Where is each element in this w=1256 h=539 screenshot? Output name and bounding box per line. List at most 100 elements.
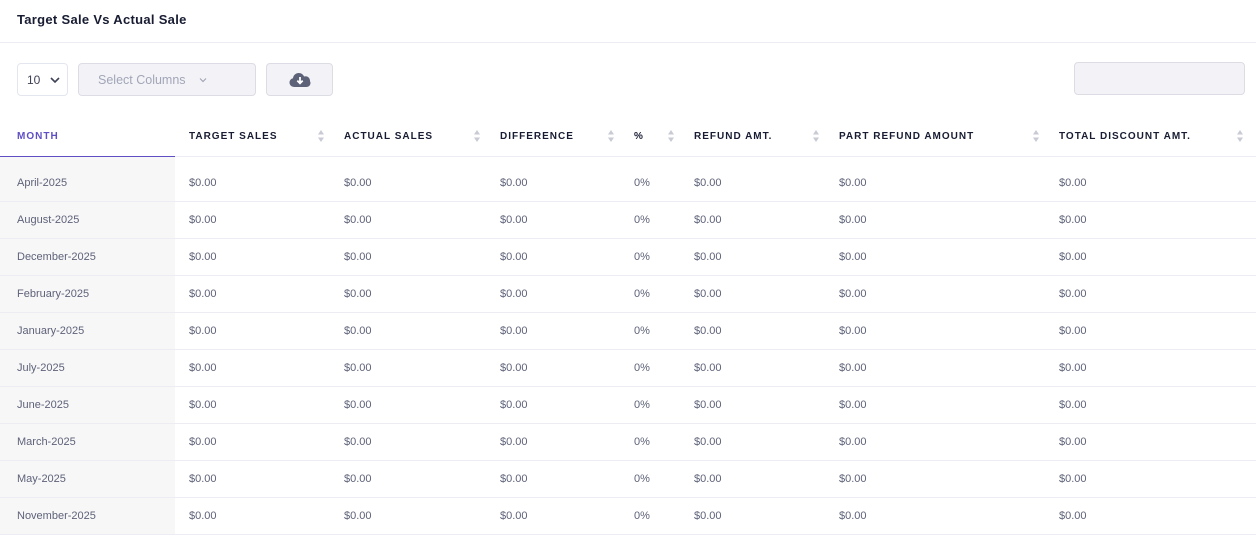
cell-month: January-2025	[0, 312, 175, 350]
cell-difference: $0.00	[486, 156, 620, 202]
cell-refund-amt: $0.00	[680, 386, 825, 424]
column-header-refund-amt[interactable]: REFUND AMT.	[680, 115, 825, 157]
table-row: April-2025 $0.00 $0.00 $0.00 0% $0.00 $0…	[0, 156, 1256, 202]
page-length-select[interactable]: 10	[17, 63, 68, 96]
cell-total-discount-amt: $0.00	[1045, 238, 1256, 276]
cell-part-refund-amount: $0.00	[825, 156, 1045, 202]
cell-month: December-2025	[0, 238, 175, 276]
column-header-percent[interactable]: %	[620, 115, 680, 157]
table-row: March-2025 $0.00 $0.00 $0.00 0% $0.00 $0…	[0, 423, 1256, 461]
cell-actual-sales: $0.00	[330, 497, 486, 535]
cell-actual-sales: $0.00	[330, 238, 486, 276]
cell-total-discount-amt: $0.00	[1045, 497, 1256, 535]
cell-total-discount-amt: $0.00	[1045, 386, 1256, 424]
cell-actual-sales: $0.00	[330, 156, 486, 202]
cell-month: November-2025	[0, 497, 175, 535]
cell-percent: 0%	[620, 497, 680, 535]
cell-percent: 0%	[620, 275, 680, 313]
sort-icon	[608, 130, 614, 142]
cell-refund-amt: $0.00	[680, 275, 825, 313]
cell-refund-amt: $0.00	[680, 201, 825, 239]
cell-month: February-2025	[0, 275, 175, 313]
sort-icon	[1237, 130, 1243, 142]
table-row: July-2025 $0.00 $0.00 $0.00 0% $0.00 $0.…	[0, 349, 1256, 387]
cell-month: April-2025	[0, 156, 175, 202]
table-row: January-2025 $0.00 $0.00 $0.00 0% $0.00 …	[0, 312, 1256, 350]
sort-icon	[474, 130, 480, 142]
cell-percent: 0%	[620, 201, 680, 239]
cell-target-sales: $0.00	[175, 497, 330, 535]
select-columns-placeholder: Select Columns	[98, 72, 186, 87]
cell-month: March-2025	[0, 423, 175, 461]
cell-difference: $0.00	[486, 349, 620, 387]
cell-refund-amt: $0.00	[680, 497, 825, 535]
cell-percent: 0%	[620, 460, 680, 498]
cell-refund-amt: $0.00	[680, 423, 825, 461]
cell-month: June-2025	[0, 386, 175, 424]
chevron-down-icon	[199, 77, 206, 82]
cell-total-discount-amt: $0.00	[1045, 460, 1256, 498]
cell-part-refund-amount: $0.00	[825, 238, 1045, 276]
sort-icon	[1033, 130, 1039, 142]
cell-total-discount-amt: $0.00	[1045, 275, 1256, 313]
cell-total-discount-amt: $0.00	[1045, 312, 1256, 350]
cell-percent: 0%	[620, 423, 680, 461]
column-header-total-discount-amt[interactable]: TOTAL DISCOUNT AMT.	[1045, 115, 1256, 157]
column-header-actual-sales[interactable]: ACTUAL SALES	[330, 115, 486, 157]
cloud-download-icon	[289, 72, 310, 87]
cell-target-sales: $0.00	[175, 386, 330, 424]
column-header-part-refund-amount[interactable]: PART REFUND AMOUNT	[825, 115, 1045, 157]
cell-percent: 0%	[620, 238, 680, 276]
cell-target-sales: $0.00	[175, 423, 330, 461]
cell-difference: $0.00	[486, 386, 620, 424]
table-row: June-2025 $0.00 $0.00 $0.00 0% $0.00 $0.…	[0, 386, 1256, 424]
cell-target-sales: $0.00	[175, 201, 330, 239]
cell-difference: $0.00	[486, 238, 620, 276]
cell-difference: $0.00	[486, 275, 620, 313]
card-header: Target Sale Vs Actual Sale	[0, 0, 1256, 43]
cell-refund-amt: $0.00	[680, 156, 825, 202]
export-button[interactable]	[266, 63, 333, 96]
data-table-wrapper: MONTH TARGET SALES ACTUAL SALES DIFFEREN…	[0, 115, 1256, 535]
cell-part-refund-amount: $0.00	[825, 275, 1045, 313]
cell-target-sales: $0.00	[175, 238, 330, 276]
page-title: Target Sale Vs Actual Sale	[17, 11, 187, 27]
cell-refund-amt: $0.00	[680, 460, 825, 498]
cell-actual-sales: $0.00	[330, 349, 486, 387]
cell-actual-sales: $0.00	[330, 386, 486, 424]
cell-actual-sales: $0.00	[330, 460, 486, 498]
cell-actual-sales: $0.00	[330, 423, 486, 461]
cell-percent: 0%	[620, 312, 680, 350]
cell-difference: $0.00	[486, 460, 620, 498]
search-input[interactable]	[1074, 62, 1245, 95]
table-header-row: MONTH TARGET SALES ACTUAL SALES DIFFEREN…	[0, 115, 1256, 157]
cell-part-refund-amount: $0.00	[825, 349, 1045, 387]
table-row: December-2025 $0.00 $0.00 $0.00 0% $0.00…	[0, 238, 1256, 276]
cell-percent: 0%	[620, 386, 680, 424]
cell-actual-sales: $0.00	[330, 201, 486, 239]
cell-month: May-2025	[0, 460, 175, 498]
cell-part-refund-amount: $0.00	[825, 201, 1045, 239]
page-length-value: 10	[27, 72, 41, 87]
sales-table: MONTH TARGET SALES ACTUAL SALES DIFFEREN…	[0, 115, 1256, 535]
cell-target-sales: $0.00	[175, 460, 330, 498]
column-header-month[interactable]: MONTH	[0, 115, 175, 157]
column-header-difference[interactable]: DIFFERENCE	[486, 115, 620, 157]
select-columns-dropdown[interactable]: Select Columns	[78, 63, 256, 96]
cell-part-refund-amount: $0.00	[825, 460, 1045, 498]
cell-total-discount-amt: $0.00	[1045, 423, 1256, 461]
cell-difference: $0.00	[486, 312, 620, 350]
cell-difference: $0.00	[486, 201, 620, 239]
cell-refund-amt: $0.00	[680, 349, 825, 387]
cell-total-discount-amt: $0.00	[1045, 156, 1256, 202]
cell-target-sales: $0.00	[175, 349, 330, 387]
table-row: November-2025 $0.00 $0.00 $0.00 0% $0.00…	[0, 497, 1256, 535]
chevron-down-icon	[50, 76, 60, 83]
cell-refund-amt: $0.00	[680, 312, 825, 350]
table-toolbar: 10 Select Columns	[0, 43, 1256, 115]
table-row: February-2025 $0.00 $0.00 $0.00 0% $0.00…	[0, 275, 1256, 313]
cell-actual-sales: $0.00	[330, 275, 486, 313]
column-header-target-sales[interactable]: TARGET SALES	[175, 115, 330, 157]
cell-target-sales: $0.00	[175, 275, 330, 313]
cell-target-sales: $0.00	[175, 312, 330, 350]
